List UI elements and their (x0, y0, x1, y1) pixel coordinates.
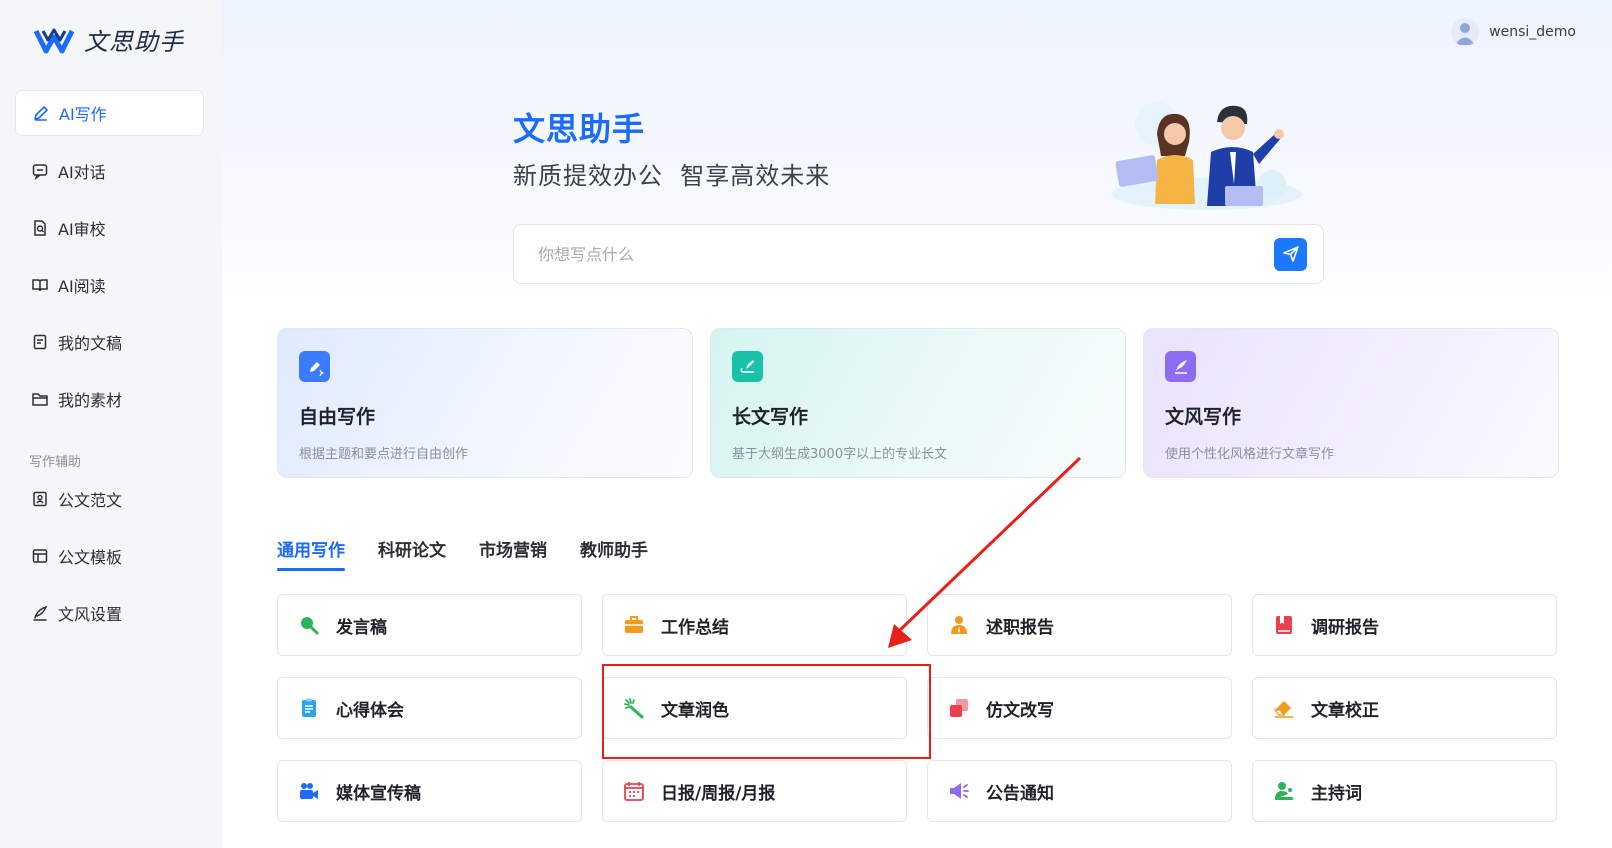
eraser-icon (1273, 697, 1295, 719)
folder-icon (31, 390, 49, 408)
template-card-announcement[interactable]: 公告通知 (927, 760, 1232, 822)
sidebar-item-style-settings[interactable]: 文风设置 (15, 590, 204, 636)
send-icon (1282, 246, 1299, 262)
long-text-icon (732, 351, 763, 382)
search-input[interactable] (514, 225, 1274, 283)
template-label: 主持词 (1311, 783, 1362, 804)
style-pen-icon (1165, 351, 1196, 382)
template-card-article-polish[interactable]: 文章润色 (602, 677, 907, 739)
template-card-research-report[interactable]: 调研报告 (1252, 594, 1557, 656)
sidebar-item-my-materials[interactable]: 我的素材 (15, 376, 204, 422)
hero-title: 文思助手 (513, 110, 646, 148)
report-person-icon (948, 614, 970, 636)
mode-card-free-writing[interactable]: 自由写作 根据主题和要点进行自由创作 (277, 328, 693, 478)
avatar (1451, 18, 1480, 46)
hero-illustration (1112, 102, 1302, 210)
mode-card-style-writing[interactable]: 文风写作 使用个性化风格进行文章写作 (1143, 328, 1559, 478)
template-label: 工作总结 (661, 617, 729, 638)
sidebar-item-sample-docs[interactable]: 公文范文 (15, 476, 204, 522)
mode-title: 文风写作 (1165, 406, 1242, 428)
calendar-icon (623, 780, 645, 802)
template-card-article-proofread[interactable]: 文章校正 (1252, 677, 1557, 739)
template-card-reflection[interactable]: 心得体会 (277, 677, 582, 739)
edit-sparkle-icon (299, 351, 330, 382)
brand-logo-icon (34, 28, 74, 53)
sidebar-item-label: 我的素材 (58, 391, 123, 410)
document-icon (31, 333, 49, 351)
video-camera-icon (298, 780, 320, 802)
sample-doc-icon (31, 490, 49, 508)
template-label: 文章润色 (661, 700, 729, 721)
sidebar-section-label: 写作辅助 (29, 455, 82, 470)
template-card-work-summary[interactable]: 工作总结 (602, 594, 907, 656)
username: wensi_demo (1489, 24, 1576, 40)
user-avatar-icon (1455, 23, 1476, 45)
template-icon (31, 547, 49, 565)
sidebar-item-label: 文风设置 (58, 605, 123, 624)
speech-icon (298, 614, 320, 636)
research-book-icon (1273, 614, 1295, 636)
template-label: 媒体宣传稿 (336, 783, 421, 804)
copy-rewrite-icon (948, 697, 970, 719)
category-tabs: 通用写作 科研论文 市场营销 教师助手 (277, 536, 681, 571)
search-bar (513, 224, 1324, 284)
template-label: 文章校正 (1311, 700, 1379, 721)
send-button[interactable] (1274, 237, 1307, 271)
template-card-host-script[interactable]: 主持词 (1252, 760, 1557, 822)
sidebar-item-label: AI阅读 (58, 277, 106, 296)
template-card-periodic-report[interactable]: 日报/周报/月报 (602, 760, 907, 822)
template-card-duty-report[interactable]: 述职报告 (927, 594, 1232, 656)
template-label: 仿文改写 (986, 700, 1054, 721)
sidebar-item-label: AI审校 (58, 220, 106, 239)
brand-name: 文思助手 (84, 28, 184, 56)
sidebar-item-ai-reading[interactable]: AI阅读 (15, 262, 204, 308)
pen-icon (32, 104, 50, 122)
sidebar-item-ai-review[interactable]: AI审校 (15, 205, 204, 251)
quill-icon (31, 604, 49, 622)
sidebar-item-templates[interactable]: 公文模板 (15, 533, 204, 579)
template-label: 调研报告 (1311, 617, 1379, 638)
template-label: 述职报告 (986, 617, 1054, 638)
template-card-imitation-rewrite[interactable]: 仿文改写 (927, 677, 1232, 739)
sidebar-item-label: AI写作 (59, 105, 107, 124)
brand[interactable]: 文思助手 (34, 22, 184, 57)
sidebar: 文思助手 AI写作 AI对话 AI审校 AI阅读 我的文稿 我的素材 写作辅助 … (0, 0, 222, 848)
mode-description: 使用个性化风格进行文章写作 (1165, 447, 1335, 462)
tab-teacher-assistant[interactable]: 教师助手 (580, 536, 648, 571)
clipboard-icon (298, 697, 320, 719)
tab-marketing[interactable]: 市场营销 (479, 536, 547, 571)
sidebar-item-ai-writing[interactable]: AI写作 (15, 90, 204, 136)
host-person-icon (1273, 780, 1295, 802)
book-icon (31, 276, 49, 294)
mode-title: 长文写作 (732, 406, 809, 428)
review-icon (31, 219, 49, 237)
magic-wand-icon (623, 697, 645, 719)
template-card-media-promo[interactable]: 媒体宣传稿 (277, 760, 582, 822)
template-label: 发言稿 (336, 617, 387, 638)
sidebar-item-ai-chat[interactable]: AI对话 (15, 148, 204, 194)
sidebar-item-label: 我的文稿 (58, 334, 123, 353)
sidebar-item-label: 公文模板 (58, 548, 123, 567)
template-label: 日报/周报/月报 (661, 783, 776, 804)
main-content: wensi_demo 文思助手 新质提效办公 智享高效未来 自 (222, 0, 1612, 848)
template-label: 心得体会 (336, 700, 404, 721)
briefcase-icon (623, 614, 645, 636)
sidebar-item-my-drafts[interactable]: 我的文稿 (15, 319, 204, 365)
sidebar-item-label: 公文范文 (58, 491, 123, 510)
template-card-speech[interactable]: 发言稿 (277, 594, 582, 656)
chat-icon (31, 162, 49, 180)
mode-description: 基于大纲生成3000字以上的专业长文 (732, 447, 948, 462)
sidebar-item-label: AI对话 (58, 163, 106, 182)
template-label: 公告通知 (986, 783, 1054, 804)
megaphone-icon (948, 780, 970, 802)
mode-card-long-writing[interactable]: 长文写作 基于大纲生成3000字以上的专业长文 (710, 328, 1126, 478)
hero-subtitle: 新质提效办公 智享高效未来 (513, 162, 831, 190)
user-menu[interactable]: wensi_demo (1451, 18, 1576, 46)
mode-description: 根据主题和要点进行自由创作 (299, 447, 469, 462)
tab-research-paper[interactable]: 科研论文 (378, 536, 446, 571)
tab-general-writing[interactable]: 通用写作 (277, 536, 345, 571)
mode-title: 自由写作 (299, 406, 376, 428)
